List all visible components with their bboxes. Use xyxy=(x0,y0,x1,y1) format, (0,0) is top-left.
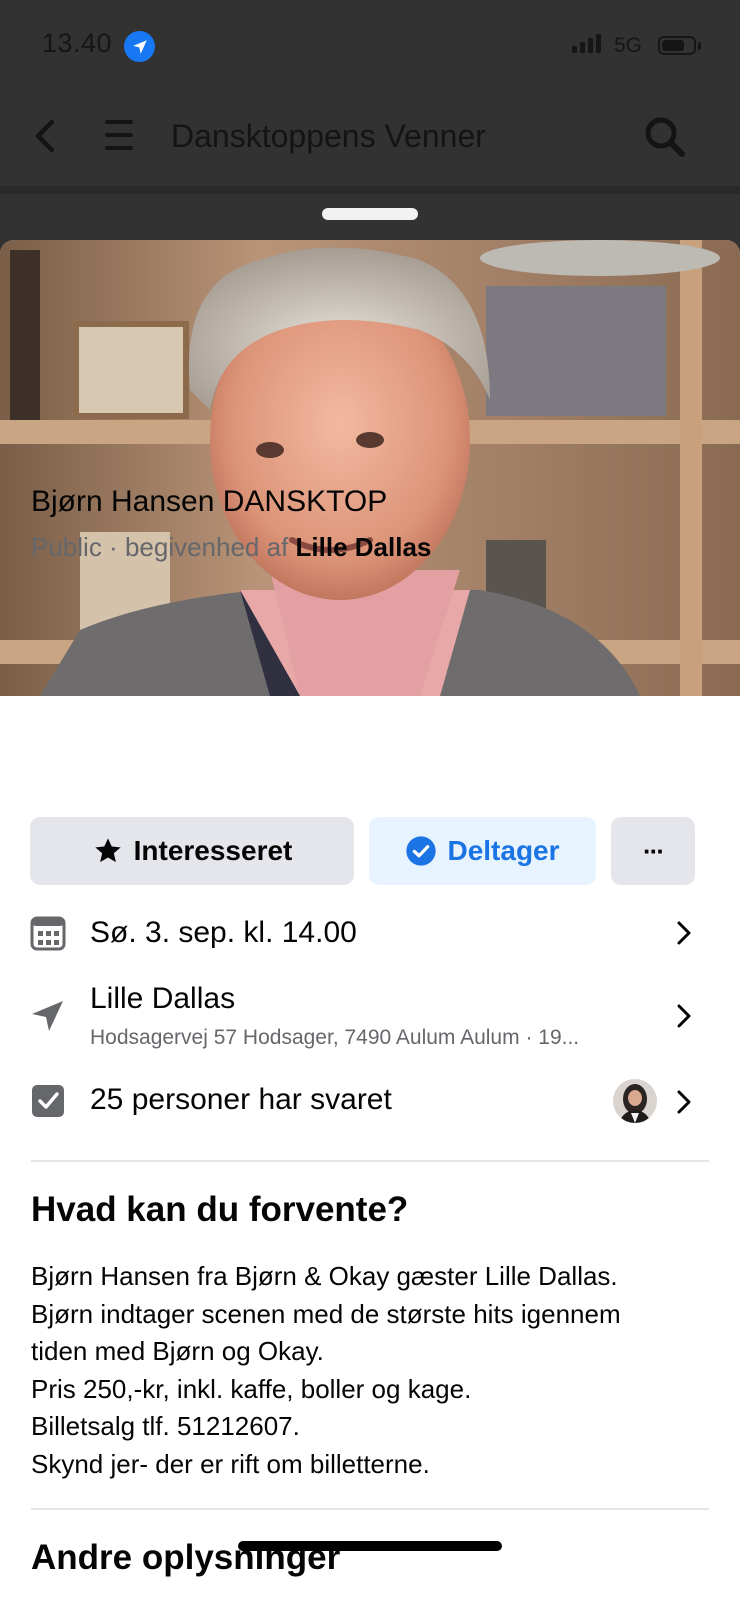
battery-tip xyxy=(698,42,701,50)
more-options-button[interactable]: ··· xyxy=(611,817,695,885)
event-cover-photo[interactable] xyxy=(0,240,740,696)
event-description: Bjørn Hansen fra Bjørn & Okay gæster Lil… xyxy=(31,1258,721,1484)
going-label: Deltager xyxy=(447,835,560,866)
chevron-right-icon[interactable] xyxy=(674,1088,694,1121)
location-name[interactable]: Lille Dallas xyxy=(90,982,235,1016)
event-date[interactable]: Sø. 3. sep. kl. 14.00 xyxy=(90,916,357,950)
nav-divider xyxy=(0,186,740,194)
responses-count[interactable]: 25 personer har svaret xyxy=(90,1083,392,1117)
location-arrow-icon xyxy=(124,31,155,62)
chevron-right-icon[interactable] xyxy=(674,1002,694,1035)
cellular-signal-icon xyxy=(572,34,601,53)
more-options-label: ··· xyxy=(643,835,665,866)
location-address[interactable]: Hodsagervej 57 Hodsager, 7490 Aulum Aulu… xyxy=(90,1026,650,1050)
description-line: Bjørn Hansen fra Bjørn & Okay gæster Lil… xyxy=(31,1261,618,1291)
section-divider xyxy=(31,1508,709,1510)
description-line: Skynd jer- der er rift om billetterne. xyxy=(31,1448,430,1479)
description-line: Billetsalg tlf. 51212607. xyxy=(31,1411,300,1442)
event-sheet: Bjørn Hansen DANSKTOP Public · begivenhe… xyxy=(0,240,740,1600)
checkbox-icon xyxy=(30,1083,66,1119)
description-line: tiden med Bjørn og Okay. xyxy=(31,1336,324,1367)
avatar[interactable] xyxy=(613,1079,657,1123)
page-title[interactable]: Dansktoppens Venner xyxy=(171,118,486,155)
event-privacy: Public xyxy=(31,532,102,562)
description-line: Bjørn indtager scenen med de største hit… xyxy=(31,1298,621,1329)
event-subtitle: Public · begivenhed af Lille Dallas xyxy=(31,532,431,563)
network-type: 5G xyxy=(614,34,643,57)
going-button[interactable]: Deltager xyxy=(369,817,596,885)
star-icon xyxy=(94,838,121,863)
battery-icon xyxy=(658,36,696,55)
navigation-arrow-icon xyxy=(30,998,66,1034)
interested-label: Interesseret xyxy=(133,835,293,866)
back-arrow-icon[interactable] xyxy=(28,114,64,158)
search-icon[interactable] xyxy=(642,114,688,160)
hosted-by-prefix: begivenhed af xyxy=(124,532,296,562)
status-time: 13.40 xyxy=(42,28,113,58)
battery-level xyxy=(662,40,684,51)
check-circle-icon xyxy=(406,836,437,866)
description-line: Pris 250,-kr, inkl. kaffe, boller og kag… xyxy=(31,1373,472,1404)
home-indicator[interactable] xyxy=(238,1541,502,1551)
event-title: Bjørn Hansen DANSKTOP xyxy=(31,485,388,518)
section-divider xyxy=(31,1160,709,1162)
chevron-right-icon[interactable] xyxy=(674,919,694,952)
subtitle-separator: · xyxy=(101,532,125,562)
interested-button[interactable]: Interesseret xyxy=(30,817,354,885)
menu-icon[interactable] xyxy=(102,116,136,154)
about-heading: Hvad kan du forvente? xyxy=(31,1190,409,1229)
event-host[interactable]: Lille Dallas xyxy=(296,532,432,562)
sheet-grabber[interactable] xyxy=(322,208,418,220)
calendar-icon xyxy=(30,915,66,951)
